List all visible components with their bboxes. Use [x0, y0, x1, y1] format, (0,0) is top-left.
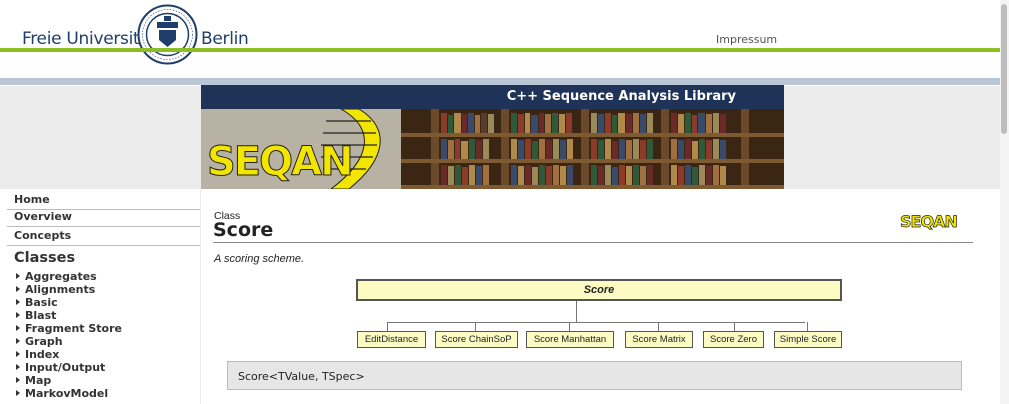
nav-class-graph[interactable]: Graph [16, 335, 63, 348]
nav-class-basic[interactable]: Basic [16, 296, 58, 309]
banner-title: C++ Sequence Analysis Library [506, 89, 736, 104]
hierarchy-connector [569, 322, 570, 331]
nav-class-label: Graph [25, 335, 63, 348]
nav-class-label: Alignments [25, 283, 96, 296]
subclass-score-manhattan[interactable]: Score Manhattan [526, 331, 614, 348]
nav-class-label: Fragment Store [25, 322, 122, 335]
nav-home[interactable]: Home [14, 193, 50, 206]
nav-class-fragment-store[interactable]: Fragment Store [16, 322, 122, 335]
hierarchy-connector [576, 301, 577, 323]
nav-class-label: Index [25, 348, 60, 361]
nav-overview[interactable]: Overview [14, 210, 72, 223]
hierarchy-root-box: Score [356, 279, 842, 301]
expand-arrow-icon [16, 286, 20, 292]
expand-arrow-icon [16, 364, 20, 370]
expand-arrow-icon [16, 377, 20, 383]
expand-arrow-icon [16, 338, 20, 344]
expand-arrow-icon [16, 390, 20, 396]
subclass-editdistance[interactable]: EditDistance [357, 331, 426, 348]
seqan-logo-large: SEQAN [207, 139, 355, 186]
impressum-link[interactable]: Impressum [716, 33, 777, 46]
seqan-banner: C++ Sequence Analysis Library SEQAN [201, 85, 784, 189]
nav-class-input-output[interactable]: Input/Output [16, 361, 105, 374]
university-name: Freie Universität [22, 29, 156, 49]
classes-heading: Classes [14, 250, 76, 266]
nav-class-label: Blast [25, 309, 57, 322]
nav-class-label: MarkovModel [25, 387, 109, 400]
header-green-line [0, 48, 1000, 52]
page-title: Score [213, 219, 274, 241]
nav-class-markovmodel[interactable]: MarkovModel [16, 387, 108, 400]
hierarchy-connector [807, 322, 808, 331]
nav-class-map[interactable]: Map [16, 374, 51, 387]
nav-class-label: Aggregates [25, 270, 97, 283]
hierarchy-connector [387, 322, 805, 323]
expand-arrow-icon [16, 351, 20, 357]
class-description: A scoring scheme. [214, 253, 305, 265]
university-city: Berlin [201, 29, 249, 49]
subclass-score-zero[interactable]: Score Zero [703, 331, 764, 348]
scrollbar-thumb[interactable] [1001, 4, 1007, 134]
seqan-logo-small: SEQAN [900, 212, 959, 232]
nav-class-label: Input/Output [25, 361, 106, 374]
nav-class-index[interactable]: Index [16, 348, 59, 361]
hierarchy-connector [734, 322, 735, 331]
nav-class-alignments[interactable]: Alignments [16, 283, 95, 296]
expand-arrow-icon [16, 325, 20, 331]
nav-concepts[interactable]: Concepts [14, 229, 71, 242]
banner-title-bar: C++ Sequence Analysis Library [201, 85, 784, 109]
expand-arrow-icon [16, 273, 20, 279]
nav-divider [7, 226, 200, 227]
nav-class-aggregates[interactable]: Aggregates [16, 270, 97, 283]
subclass-score-matrix[interactable]: Score Matrix [625, 331, 693, 348]
subclass-simple-score[interactable]: Simple Score [774, 331, 842, 348]
header-blue-band [0, 78, 1000, 85]
nav-divider [7, 245, 200, 246]
university-seal-icon [137, 4, 198, 65]
hierarchy-connector [387, 322, 388, 331]
nav-class-label: Basic [25, 296, 58, 309]
title-divider [213, 242, 973, 243]
site-header: Freie Universität Berlin Impressum [0, 0, 1000, 86]
hierarchy-connector [658, 322, 659, 331]
hierarchy-connector [475, 322, 476, 331]
expand-arrow-icon [16, 312, 20, 318]
class-signature: Score<TValue, TSpec> [238, 370, 365, 383]
subclass-score-chainsop[interactable]: Score ChainSoP [435, 331, 518, 348]
nav-class-blast[interactable]: Blast [16, 309, 56, 322]
expand-arrow-icon [16, 299, 20, 305]
nav-class-label: Map [25, 374, 52, 387]
library-bookshelf-image: SEQAN [201, 109, 784, 189]
